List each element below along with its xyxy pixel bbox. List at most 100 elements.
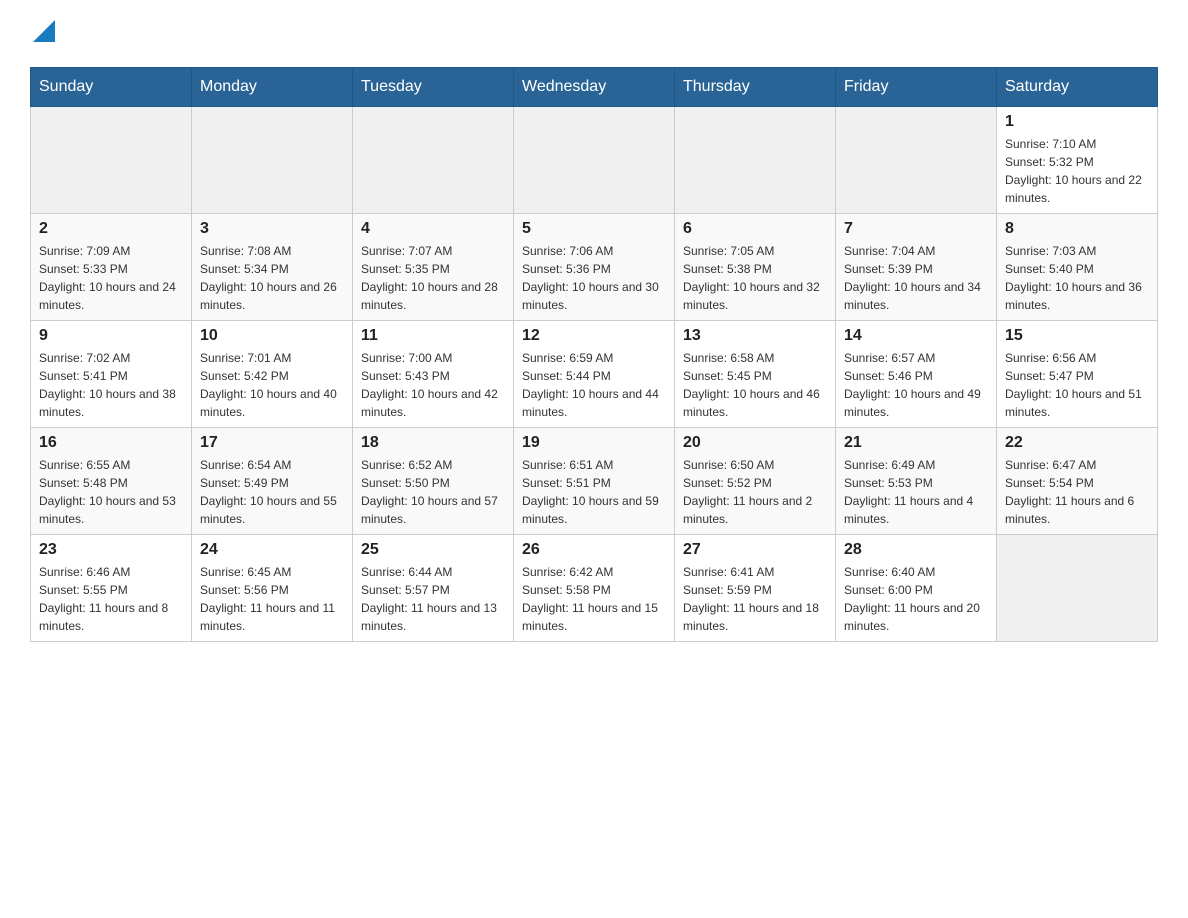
day-info: Sunrise: 7:08 AMSunset: 5:34 PMDaylight:… bbox=[200, 242, 344, 314]
day-number: 26 bbox=[522, 541, 666, 559]
day-number: 18 bbox=[361, 434, 505, 452]
calendar-cell bbox=[192, 107, 353, 214]
day-info: Sunrise: 7:09 AMSunset: 5:33 PMDaylight:… bbox=[39, 242, 183, 314]
day-number: 25 bbox=[361, 541, 505, 559]
calendar-cell bbox=[675, 107, 836, 214]
calendar-week-5: 23 Sunrise: 6:46 AMSunset: 5:55 PMDayligh… bbox=[31, 535, 1158, 642]
day-info: Sunrise: 7:03 AMSunset: 5:40 PMDaylight:… bbox=[1005, 242, 1149, 314]
calendar-table: SundayMondayTuesdayWednesdayThursdayFrid… bbox=[30, 67, 1158, 642]
day-info: Sunrise: 6:40 AMSunset: 6:00 PMDaylight:… bbox=[844, 563, 988, 635]
day-number: 3 bbox=[200, 220, 344, 238]
calendar-cell bbox=[31, 107, 192, 214]
calendar-week-3: 9Sunrise: 7:02 AMSunset: 5:41 PMDaylight… bbox=[31, 321, 1158, 428]
calendar-cell: 8 Sunrise: 7:03 AMSunset: 5:40 PMDaylight… bbox=[997, 214, 1158, 321]
day-number: 2 bbox=[39, 220, 183, 238]
day-info: Sunrise: 6:47 AMSunset: 5:54 PMDaylight:… bbox=[1005, 456, 1149, 528]
calendar-cell: 25 Sunrise: 6:44 AMSunset: 5:57 PMDayligh… bbox=[353, 535, 514, 642]
weekday-header-friday: Friday bbox=[836, 68, 997, 107]
calendar-cell: 12 Sunrise: 6:59 AMSunset: 5:44 PMDayligh… bbox=[514, 321, 675, 428]
calendar-cell bbox=[997, 535, 1158, 642]
calendar-cell: 28 Sunrise: 6:40 AMSunset: 6:00 PMDayligh… bbox=[836, 535, 997, 642]
calendar-cell: 19 Sunrise: 6:51 AMSunset: 5:51 PMDayligh… bbox=[514, 428, 675, 535]
day-info: Sunrise: 6:56 AMSunset: 5:47 PMDaylight:… bbox=[1005, 349, 1149, 421]
day-info: Sunrise: 6:44 AMSunset: 5:57 PMDaylight:… bbox=[361, 563, 505, 635]
calendar-cell: 17 Sunrise: 6:54 AMSunset: 5:49 PMDayligh… bbox=[192, 428, 353, 535]
day-info: Sunrise: 6:52 AMSunset: 5:50 PMDaylight:… bbox=[361, 456, 505, 528]
day-number: 11 bbox=[361, 327, 505, 345]
header bbox=[30, 20, 1158, 49]
day-number: 28 bbox=[844, 541, 988, 559]
calendar-cell bbox=[836, 107, 997, 214]
day-info: Sunrise: 6:51 AMSunset: 5:51 PMDaylight:… bbox=[522, 456, 666, 528]
day-info: Sunrise: 7:04 AMSunset: 5:39 PMDaylight:… bbox=[844, 242, 988, 314]
calendar-cell: 14 Sunrise: 6:57 AMSunset: 5:46 PMDayligh… bbox=[836, 321, 997, 428]
calendar-cell: 2 Sunrise: 7:09 AMSunset: 5:33 PMDaylight… bbox=[31, 214, 192, 321]
calendar-cell: 27 Sunrise: 6:41 AMSunset: 5:59 PMDayligh… bbox=[675, 535, 836, 642]
day-info: Sunrise: 7:06 AMSunset: 5:36 PMDaylight:… bbox=[522, 242, 666, 314]
day-info: Sunrise: 6:59 AMSunset: 5:44 PMDaylight:… bbox=[522, 349, 666, 421]
calendar-cell: 5 Sunrise: 7:06 AMSunset: 5:36 PMDaylight… bbox=[514, 214, 675, 321]
day-number: 13 bbox=[683, 327, 827, 345]
day-info: Sunrise: 6:54 AMSunset: 5:49 PMDaylight:… bbox=[200, 456, 344, 528]
day-number: 7 bbox=[844, 220, 988, 238]
day-number: 5 bbox=[522, 220, 666, 238]
calendar-cell: 23 Sunrise: 6:46 AMSunset: 5:55 PMDayligh… bbox=[31, 535, 192, 642]
calendar-cell: 15 Sunrise: 6:56 AMSunset: 5:47 PMDayligh… bbox=[997, 321, 1158, 428]
calendar-week-2: 2 Sunrise: 7:09 AMSunset: 5:33 PMDaylight… bbox=[31, 214, 1158, 321]
day-number: 15 bbox=[1005, 327, 1149, 345]
calendar-cell: 21Sunrise: 6:49 AMSunset: 5:53 PMDayligh… bbox=[836, 428, 997, 535]
logo-triangle-icon bbox=[33, 20, 55, 42]
day-number: 27 bbox=[683, 541, 827, 559]
calendar-cell: 4Sunrise: 7:07 AMSunset: 5:35 PMDaylight… bbox=[353, 214, 514, 321]
calendar-cell: 7 Sunrise: 7:04 AMSunset: 5:39 PMDaylight… bbox=[836, 214, 997, 321]
day-number: 16 bbox=[39, 434, 183, 452]
day-info: Sunrise: 6:55 AMSunset: 5:48 PMDaylight:… bbox=[39, 456, 183, 528]
day-number: 21 bbox=[844, 434, 988, 452]
calendar-cell: 26 Sunrise: 6:42 AMSunset: 5:58 PMDayligh… bbox=[514, 535, 675, 642]
day-info: Sunrise: 7:00 AMSunset: 5:43 PMDaylight:… bbox=[361, 349, 505, 421]
day-number: 12 bbox=[522, 327, 666, 345]
calendar-cell: 10Sunrise: 7:01 AMSunset: 5:42 PMDayligh… bbox=[192, 321, 353, 428]
calendar-cell: 24 Sunrise: 6:45 AMSunset: 5:56 PMDayligh… bbox=[192, 535, 353, 642]
logo bbox=[30, 20, 55, 49]
weekday-header-tuesday: Tuesday bbox=[353, 68, 514, 107]
day-info: Sunrise: 6:57 AMSunset: 5:46 PMDaylight:… bbox=[844, 349, 988, 421]
day-number: 8 bbox=[1005, 220, 1149, 238]
weekday-header-row: SundayMondayTuesdayWednesdayThursdayFrid… bbox=[31, 68, 1158, 107]
day-number: 6 bbox=[683, 220, 827, 238]
day-info: Sunrise: 6:58 AMSunset: 5:45 PMDaylight:… bbox=[683, 349, 827, 421]
day-number: 24 bbox=[200, 541, 344, 559]
day-number: 10 bbox=[200, 327, 344, 345]
calendar-cell: 16 Sunrise: 6:55 AMSunset: 5:48 PMDayligh… bbox=[31, 428, 192, 535]
calendar-week-1: 1 Sunrise: 7:10 AMSunset: 5:32 PMDaylight… bbox=[31, 107, 1158, 214]
day-number: 22 bbox=[1005, 434, 1149, 452]
calendar-cell: 1 Sunrise: 7:10 AMSunset: 5:32 PMDaylight… bbox=[997, 107, 1158, 214]
calendar-cell: 9Sunrise: 7:02 AMSunset: 5:41 PMDaylight… bbox=[31, 321, 192, 428]
day-info: Sunrise: 7:10 AMSunset: 5:32 PMDaylight:… bbox=[1005, 135, 1149, 207]
day-info: Sunrise: 6:41 AMSunset: 5:59 PMDaylight:… bbox=[683, 563, 827, 635]
calendar-cell: 3 Sunrise: 7:08 AMSunset: 5:34 PMDaylight… bbox=[192, 214, 353, 321]
day-info: Sunrise: 7:05 AMSunset: 5:38 PMDaylight:… bbox=[683, 242, 827, 314]
day-number: 4 bbox=[361, 220, 505, 238]
day-info: Sunrise: 6:45 AMSunset: 5:56 PMDaylight:… bbox=[200, 563, 344, 635]
calendar-cell: 18 Sunrise: 6:52 AMSunset: 5:50 PMDayligh… bbox=[353, 428, 514, 535]
weekday-header-thursday: Thursday bbox=[675, 68, 836, 107]
day-number: 20 bbox=[683, 434, 827, 452]
calendar-cell: 13 Sunrise: 6:58 AMSunset: 5:45 PMDayligh… bbox=[675, 321, 836, 428]
calendar-cell: 11 Sunrise: 7:00 AMSunset: 5:43 PMDayligh… bbox=[353, 321, 514, 428]
weekday-header-sunday: Sunday bbox=[31, 68, 192, 107]
calendar-cell bbox=[353, 107, 514, 214]
calendar-cell bbox=[514, 107, 675, 214]
day-info: Sunrise: 6:42 AMSunset: 5:58 PMDaylight:… bbox=[522, 563, 666, 635]
day-number: 19 bbox=[522, 434, 666, 452]
calendar-week-4: 16 Sunrise: 6:55 AMSunset: 5:48 PMDayligh… bbox=[31, 428, 1158, 535]
day-info: Sunrise: 6:46 AMSunset: 5:55 PMDaylight:… bbox=[39, 563, 183, 635]
weekday-header-saturday: Saturday bbox=[997, 68, 1158, 107]
weekday-header-monday: Monday bbox=[192, 68, 353, 107]
day-number: 17 bbox=[200, 434, 344, 452]
day-number: 14 bbox=[844, 327, 988, 345]
day-number: 23 bbox=[39, 541, 183, 559]
calendar-cell: 20Sunrise: 6:50 AMSunset: 5:52 PMDayligh… bbox=[675, 428, 836, 535]
day-number: 1 bbox=[1005, 113, 1149, 131]
day-number: 9 bbox=[39, 327, 183, 345]
